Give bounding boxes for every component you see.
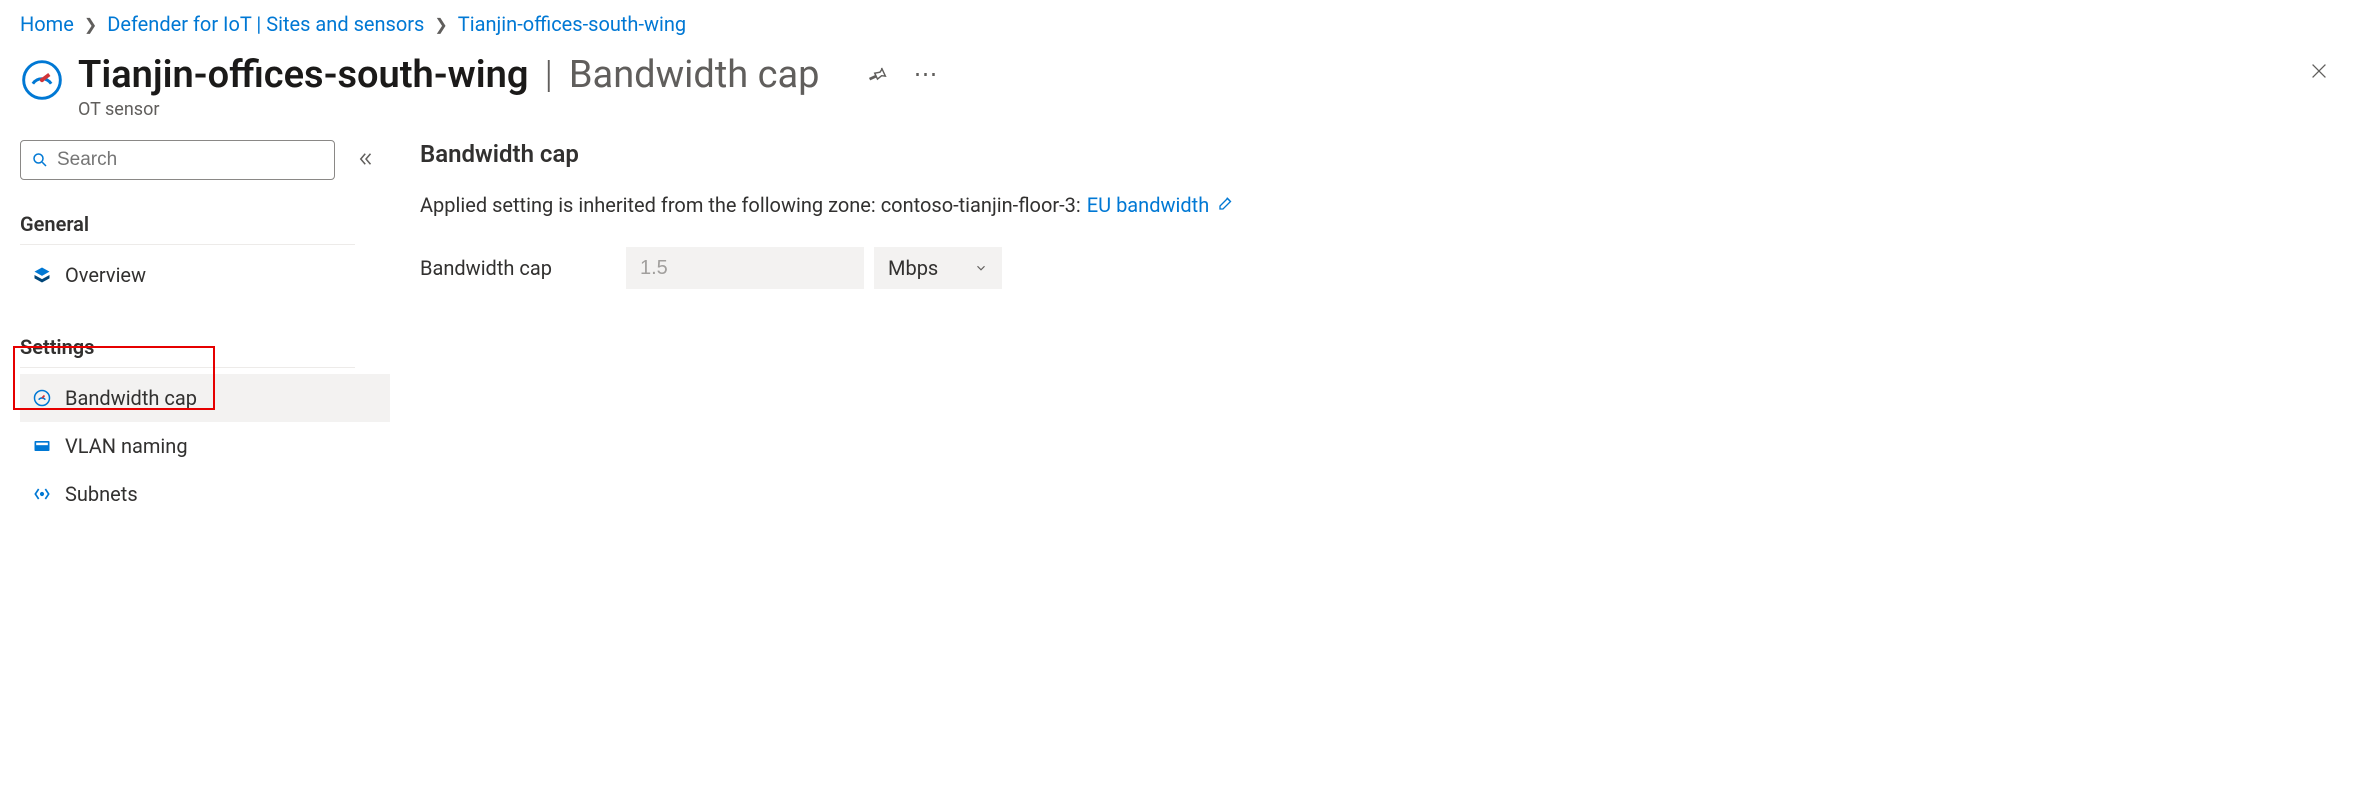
section-title: Bandwidth cap <box>420 140 2338 168</box>
inheritance-info: Applied setting is inherited from the fo… <box>420 192 2338 217</box>
chevron-right-icon: ❯ <box>434 15 447 34</box>
bandwidth-label: Bandwidth cap <box>420 256 616 280</box>
breadcrumb-sites-sensors[interactable]: Defender for IoT | Sites and sensors <box>107 12 424 36</box>
bandwidth-form-row: Bandwidth cap Mbps <box>420 247 2338 289</box>
resource-type-label: OT sensor <box>78 99 946 120</box>
sidebar-item-subnets[interactable]: Subnets <box>20 470 390 518</box>
breadcrumb-current[interactable]: Tianjin-offices-south-wing <box>458 12 686 36</box>
page-title: Tianjin-offices-south-wing <box>78 53 528 97</box>
sidebar-item-label: Bandwidth cap <box>65 386 197 410</box>
gauge-icon <box>31 387 53 409</box>
divider <box>20 244 355 245</box>
breadcrumb-home[interactable]: Home <box>20 12 74 36</box>
vlan-icon <box>31 435 53 457</box>
overview-icon <box>31 264 53 286</box>
sidebar: General Overview Settings Bandwidth cap … <box>20 140 380 518</box>
pin-button[interactable] <box>858 56 896 94</box>
inheritance-text: Applied setting is inherited from the fo… <box>420 193 1081 217</box>
subnets-icon <box>31 483 53 505</box>
sidebar-item-label: Subnets <box>65 482 138 506</box>
page-header: Tianjin-offices-south-wing | Bandwidth c… <box>0 48 2368 120</box>
search-icon <box>31 151 49 169</box>
breadcrumb: Home ❯ Defender for IoT | Sites and sens… <box>0 0 2368 48</box>
sensor-gauge-icon <box>20 58 64 102</box>
search-box[interactable] <box>20 140 335 180</box>
bandwidth-value-input[interactable] <box>626 247 864 289</box>
sidebar-item-label: VLAN naming <box>65 434 188 458</box>
sidebar-item-label: Overview <box>65 263 146 287</box>
bandwidth-unit-value: Mbps <box>888 256 938 280</box>
inheritance-link[interactable]: EU bandwidth <box>1087 193 1209 217</box>
edit-inheritance-button[interactable] <box>1215 192 1237 217</box>
collapse-sidebar-button[interactable] <box>353 146 379 175</box>
sidebar-item-overview[interactable]: Overview <box>20 251 390 299</box>
search-input[interactable] <box>57 149 324 171</box>
sidebar-group-general: General <box>20 202 380 242</box>
chevron-right-icon: ❯ <box>84 15 97 34</box>
sidebar-group-settings: Settings <box>20 325 380 365</box>
page-subheading: Bandwidth cap <box>569 53 820 97</box>
title-separator: | <box>538 53 558 97</box>
main-content: Bandwidth cap Applied setting is inherit… <box>420 140 2338 518</box>
chevron-down-icon <box>974 261 988 275</box>
sidebar-item-bandwidth-cap[interactable]: Bandwidth cap <box>20 374 390 422</box>
close-button[interactable] <box>2300 52 2338 90</box>
more-actions-button[interactable]: ⋯ <box>906 52 946 97</box>
bandwidth-unit-select[interactable]: Mbps <box>874 247 1002 289</box>
sidebar-item-vlan-naming[interactable]: VLAN naming <box>20 422 390 470</box>
divider <box>20 367 355 368</box>
